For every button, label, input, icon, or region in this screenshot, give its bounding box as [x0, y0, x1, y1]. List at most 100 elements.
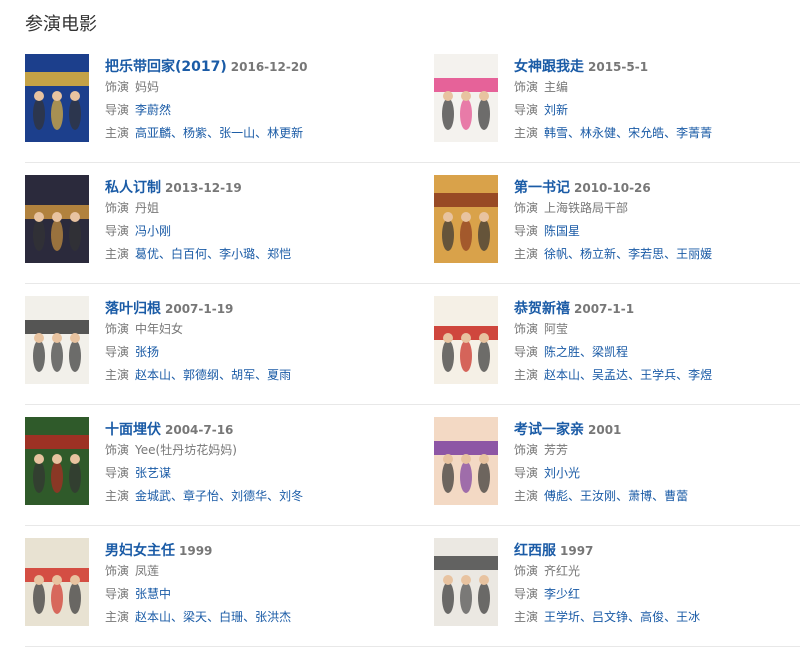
- cast-link[interactable]: 夏雨: [267, 368, 291, 382]
- director-link[interactable]: 陈之胜: [544, 345, 580, 359]
- director-link[interactable]: 李少红: [544, 587, 580, 601]
- cast-link[interactable]: 李若思: [628, 247, 664, 261]
- director-link[interactable]: 刘新: [544, 103, 568, 117]
- role-line: 饰演 阿莹: [514, 318, 800, 341]
- movie-title[interactable]: 第一书记: [514, 180, 570, 196]
- movie-card: 把乐带回家(2017) 2016-12-20 饰演 妈妈 导演 李蔚然 主演 高亚麟、杨紫、张…: [25, 54, 405, 144]
- cast-link[interactable]: 萧博: [628, 489, 652, 503]
- role-label: 饰演: [514, 80, 539, 94]
- cast-link[interactable]: 宋允皓: [628, 126, 664, 140]
- cast-link[interactable]: 刘德华: [231, 489, 267, 503]
- cast-link[interactable]: 杨紫: [183, 126, 207, 140]
- role-value: Yee(牡丹坊花妈妈): [135, 443, 237, 457]
- movie-title[interactable]: 男妇女主任: [105, 543, 175, 559]
- director: 导演 李蔚然: [105, 99, 405, 122]
- cast-link[interactable]: 王丽媛: [676, 247, 712, 261]
- director: 导演 刘小光: [514, 462, 800, 485]
- director: 导演 张慧中: [105, 583, 405, 606]
- cast: 主演 高亚麟、杨紫、张一山、林更新: [105, 122, 405, 145]
- director-link[interactable]: 梁凯程: [592, 345, 628, 359]
- cast-link[interactable]: 张洪杰: [255, 610, 291, 624]
- movie-title[interactable]: 红西服: [514, 543, 556, 559]
- cast-link[interactable]: 吕文铮: [592, 610, 628, 624]
- cast-link[interactable]: 赵本山: [135, 368, 171, 382]
- movie-poster[interactable]: [434, 538, 498, 626]
- cast-link[interactable]: 徐帆: [544, 247, 568, 261]
- cast-link[interactable]: 李小璐: [219, 247, 255, 261]
- cast-link[interactable]: 郭德纲: [183, 368, 219, 382]
- title-line: 私人订制 2013-12-19: [105, 177, 405, 197]
- cast-link[interactable]: 张一山: [219, 126, 255, 140]
- movie-poster[interactable]: [25, 538, 89, 626]
- cast-link[interactable]: 吴孟达: [592, 368, 628, 382]
- movie-poster[interactable]: [434, 296, 498, 384]
- movie-info: 考试一家亲 2001 饰演 芳芳 导演 刘小光 主演 傅彪、王汝刚、萧博、曹蕾: [514, 419, 800, 508]
- movie-poster[interactable]: [25, 54, 89, 142]
- movie-poster[interactable]: [25, 175, 89, 263]
- director-link[interactable]: 张艺谋: [135, 466, 171, 480]
- movie-poster[interactable]: [434, 54, 498, 142]
- separator: 、: [171, 126, 184, 140]
- cast-link[interactable]: 王冰: [676, 610, 700, 624]
- cast-label: 主演: [514, 247, 539, 261]
- director: 导演 刘新: [514, 99, 800, 122]
- cast-link[interactable]: 王学圻: [544, 610, 580, 624]
- cast-link[interactable]: 王学兵: [640, 368, 676, 382]
- movie-poster[interactable]: [434, 175, 498, 263]
- director-link[interactable]: 陈国星: [544, 224, 580, 238]
- cast: 主演 韩雪、林永健、宋允皓、李菁菁: [514, 122, 800, 145]
- role-line: 饰演 齐红光: [514, 560, 800, 583]
- cast-link[interactable]: 曹蕾: [664, 489, 688, 503]
- cast-link[interactable]: 王汝刚: [580, 489, 616, 503]
- movie-row: 十面埋伏 2004-7-16 饰演 Yee(牡丹坊花妈妈) 导演 张艺谋 主演 金城武、章子怡…: [25, 405, 800, 526]
- movie-title[interactable]: 私人订制: [105, 180, 161, 196]
- movie-date: 2007-1-1: [574, 302, 635, 316]
- separator: 、: [171, 368, 184, 382]
- movie-title[interactable]: 考试一家亲: [514, 422, 584, 438]
- director-link[interactable]: 刘小光: [544, 466, 580, 480]
- movie-date: 1997: [560, 544, 594, 558]
- movie-title[interactable]: 十面埋伏: [105, 422, 161, 438]
- cast-link[interactable]: 杨立新: [580, 247, 616, 261]
- title-line: 考试一家亲 2001: [514, 419, 800, 439]
- director-label: 导演: [514, 224, 539, 238]
- separator: 、: [664, 610, 677, 624]
- movie-date: 2010-10-26: [574, 181, 651, 195]
- cast-link[interactable]: 高亚麟: [135, 126, 171, 140]
- separator: 、: [171, 489, 184, 503]
- movie-poster[interactable]: [434, 417, 498, 505]
- cast-link[interactable]: 梁天: [183, 610, 207, 624]
- movie-title[interactable]: 把乐带回家(2017): [105, 59, 227, 75]
- director-label: 导演: [105, 103, 130, 117]
- cast-link[interactable]: 赵本山: [135, 610, 171, 624]
- director-link[interactable]: 冯小刚: [135, 224, 171, 238]
- director-link[interactable]: 张扬: [135, 345, 159, 359]
- cast-link[interactable]: 金城武: [135, 489, 171, 503]
- cast-link[interactable]: 赵本山: [544, 368, 580, 382]
- movie-title[interactable]: 落叶归根: [105, 301, 161, 317]
- cast-link[interactable]: 葛优: [135, 247, 159, 261]
- cast-link[interactable]: 李菁菁: [676, 126, 712, 140]
- cast-link[interactable]: 高俊: [640, 610, 664, 624]
- movie-title[interactable]: 女神跟我走: [514, 59, 584, 75]
- movie-title[interactable]: 恭贺新禧: [514, 301, 570, 317]
- cast-link[interactable]: 胡军: [231, 368, 255, 382]
- movie-poster[interactable]: [25, 417, 89, 505]
- cast-link[interactable]: 白珊: [219, 610, 243, 624]
- separator: 、: [664, 247, 677, 261]
- movie-card: 女神跟我走 2015-5-1 饰演 主编 导演 刘新 主演 韩雪、林永健、宋允皓、李菁菁: [434, 54, 800, 144]
- cast-link[interactable]: 傅彪: [544, 489, 568, 503]
- cast-link[interactable]: 林更新: [267, 126, 303, 140]
- cast-link[interactable]: 章子怡: [183, 489, 219, 503]
- director-link[interactable]: 张慧中: [135, 587, 171, 601]
- cast-link[interactable]: 韩雪: [544, 126, 568, 140]
- role-label: 饰演: [105, 80, 130, 94]
- cast-link[interactable]: 李煜: [688, 368, 712, 382]
- director-link[interactable]: 李蔚然: [135, 103, 171, 117]
- cast-link[interactable]: 刘冬: [279, 489, 303, 503]
- movie-poster[interactable]: [25, 296, 89, 384]
- cast-link[interactable]: 郑恺: [267, 247, 291, 261]
- cast-link[interactable]: 白百何: [171, 247, 207, 261]
- cast-link[interactable]: 林永健: [580, 126, 616, 140]
- separator: 、: [243, 610, 256, 624]
